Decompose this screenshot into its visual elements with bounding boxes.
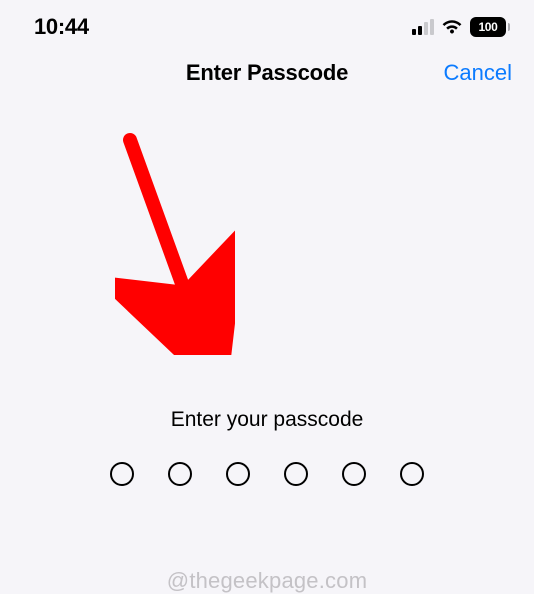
passcode-dot <box>226 462 250 486</box>
annotation-arrow-icon <box>115 125 235 360</box>
status-bar: 10:44 100 <box>0 0 534 48</box>
passcode-dot <box>342 462 366 486</box>
page-title: Enter Passcode <box>186 60 348 86</box>
cellular-signal-icon <box>412 19 434 35</box>
watermark-text: @thegeekpage.com <box>0 568 534 594</box>
status-right: 100 <box>412 17 510 37</box>
passcode-dot <box>168 462 192 486</box>
status-time: 10:44 <box>34 14 89 40</box>
navigation-bar: Enter Passcode Cancel <box>0 48 534 102</box>
battery-level: 100 <box>478 20 497 34</box>
cancel-button[interactable]: Cancel <box>444 60 512 86</box>
passcode-field[interactable] <box>0 462 534 486</box>
battery-icon: 100 <box>470 17 510 37</box>
wifi-icon <box>441 19 463 35</box>
passcode-prompt: Enter your passcode <box>0 408 534 432</box>
passcode-dot <box>400 462 424 486</box>
passcode-dot <box>284 462 308 486</box>
passcode-dot <box>110 462 134 486</box>
